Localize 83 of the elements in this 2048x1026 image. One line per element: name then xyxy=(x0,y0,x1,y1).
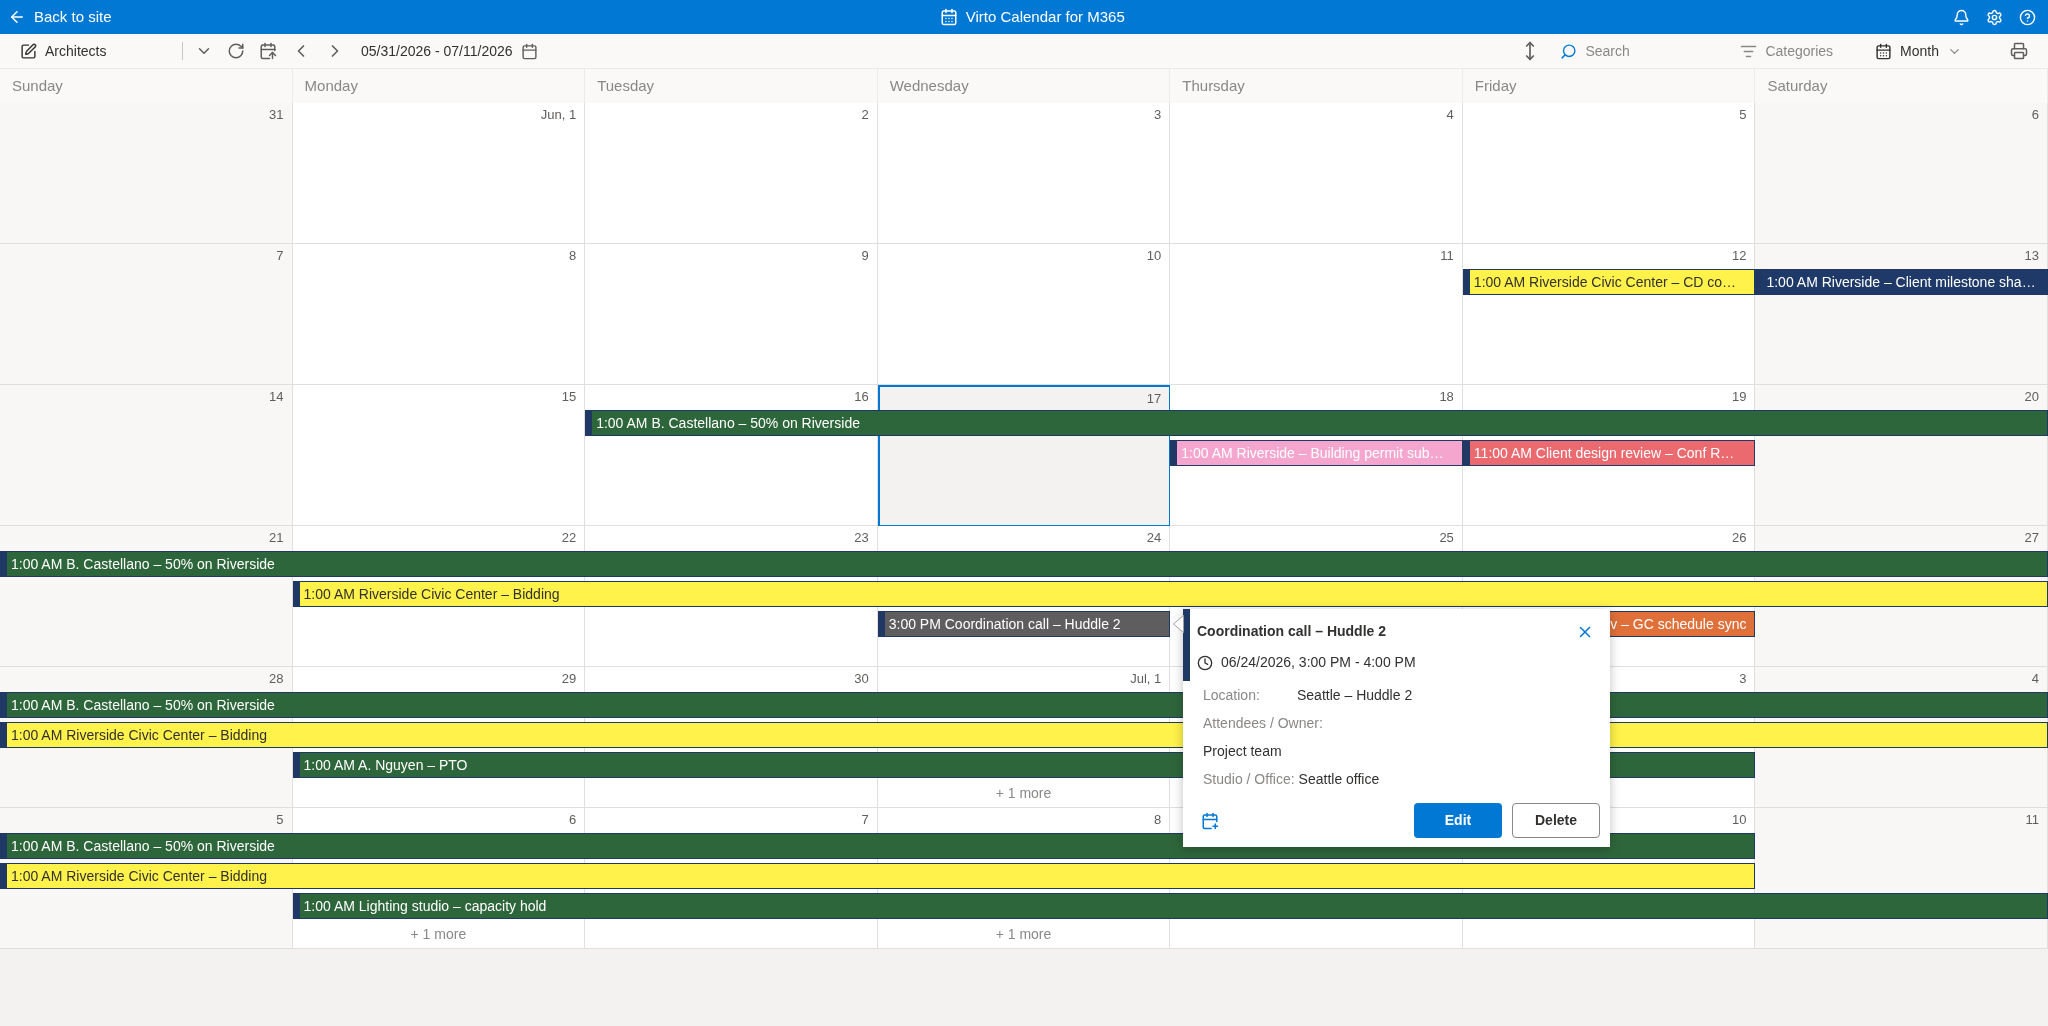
help-icon[interactable] xyxy=(2019,8,2036,26)
day-number: 3 xyxy=(1154,105,1162,124)
day-number: 30 xyxy=(854,669,869,688)
day-number: 10 xyxy=(1146,246,1162,265)
day-number: 12 xyxy=(1731,246,1747,265)
refresh-icon[interactable] xyxy=(227,42,245,60)
day-number: 6 xyxy=(568,810,577,829)
day-number: 10 xyxy=(1731,810,1747,829)
edit-icon xyxy=(20,42,37,60)
calendar-icon xyxy=(1875,42,1893,60)
back-link[interactable]: Back to site xyxy=(8,5,112,29)
day-number: 2 xyxy=(861,105,869,124)
day-number: 25 xyxy=(1439,528,1454,547)
event-datetime: 06/24/2026, 3:00 PM - 4:00 PM xyxy=(1221,653,1416,672)
day-number: 16 xyxy=(854,387,869,406)
day-number: 23 xyxy=(854,528,869,547)
event-bar[interactable]: 1:00 AM B. Castellano – 50% on Riverside xyxy=(0,551,2048,577)
day-number: 17 xyxy=(1146,389,1162,408)
day-number: 9 xyxy=(861,246,869,265)
day-number: 4 xyxy=(2031,669,2039,688)
day-number: 26 xyxy=(1731,528,1747,547)
weekday-header: Monday xyxy=(304,75,358,96)
day-number: 15 xyxy=(561,387,577,406)
edit-button[interactable]: Edit xyxy=(1414,803,1502,838)
clock-icon xyxy=(1197,654,1213,671)
day-number: 29 xyxy=(561,669,577,688)
more-link[interactable]: + 1 more xyxy=(995,923,1052,945)
day-number: Jul, 1 xyxy=(1130,669,1162,688)
event-bar[interactable]: 1:00 AM B. Castellano – 50% on Riverside xyxy=(585,410,2048,436)
day-number: 18 xyxy=(1439,387,1454,406)
more-link[interactable]: + 1 more xyxy=(995,782,1052,804)
add-to-calendar-icon[interactable] xyxy=(1201,811,1219,830)
weekday-header: Saturday xyxy=(1767,75,1828,96)
date-picker-icon[interactable] xyxy=(520,42,538,60)
day-number: 8 xyxy=(1154,810,1162,829)
notifications-icon[interactable] xyxy=(1953,8,1970,26)
calendar-selector[interactable]: Architects xyxy=(20,40,170,62)
accent-stripe xyxy=(1183,609,1190,681)
day-number: 13 xyxy=(2024,246,2039,265)
day-number: 5 xyxy=(276,810,284,829)
weekday-header: Friday xyxy=(1474,75,1517,96)
day-number: 14 xyxy=(269,387,284,406)
weekday-header: Sunday xyxy=(12,75,63,96)
event-bar[interactable]: 1:00 AM Riverside – Client milestone sha… xyxy=(1755,269,2048,295)
print-icon[interactable] xyxy=(2010,42,2028,60)
day-number: Jun, 1 xyxy=(540,105,577,124)
event-bar[interactable]: 3:00 PM Coordination call – Huddle 2 xyxy=(877,611,1171,637)
event-bar[interactable]: 1:00 AM Riverside Civic Center – Bidding xyxy=(0,863,1756,889)
window-title: Virto Calendar for M365 xyxy=(965,6,1125,27)
weekday-header: Tuesday xyxy=(597,75,655,96)
delete-button[interactable]: Delete xyxy=(1512,803,1600,838)
event-bar[interactable]: 1:00 AM Riverside Civic Center – Bidding xyxy=(292,581,2048,607)
day-number: 11 xyxy=(1440,246,1454,265)
day-number: 7 xyxy=(861,810,869,829)
day-number: 20 xyxy=(2024,387,2039,406)
day-number: 6 xyxy=(2031,105,2039,124)
search-icon xyxy=(1560,42,1578,60)
more-link[interactable]: + 1 more xyxy=(410,923,467,945)
day-number: 24 xyxy=(1146,528,1162,547)
day-number: 4 xyxy=(1446,105,1454,124)
weekday-header: Wednesday xyxy=(889,75,969,96)
search-field[interactable]: Search xyxy=(1585,40,1706,62)
settings-icon[interactable] xyxy=(1986,8,2003,26)
popup-title: Coordination call – Huddle 2 xyxy=(1197,622,1387,641)
view-selector[interactable]: Month xyxy=(1875,40,1962,62)
day-number: 5 xyxy=(1739,105,1747,124)
day-number: 11 xyxy=(2025,810,2039,829)
weekday-header: Thursday xyxy=(1182,75,1245,96)
event-bar[interactable]: 1:00 AM Riverside Civic Center – CD co… xyxy=(1462,269,1756,295)
day-number: 8 xyxy=(568,246,577,265)
day-number: 22 xyxy=(561,528,577,547)
day-number: 3 xyxy=(1739,669,1747,688)
day-number: 28 xyxy=(269,669,284,688)
day-number: 31 xyxy=(269,105,284,124)
pointer-arrow xyxy=(1173,615,1184,633)
day-number: 19 xyxy=(1731,387,1747,406)
date-range: 05/31/2026 - 07/11/2026 xyxy=(361,41,513,61)
day-number: 27 xyxy=(2024,528,2039,547)
categories-button[interactable]: Categories xyxy=(1740,40,1834,62)
day-number: 21 xyxy=(269,528,284,547)
event-bar[interactable]: 1:00 AM Lighting studio – capacity hold xyxy=(292,893,2048,919)
calendar-icon xyxy=(939,8,958,26)
day-number: 7 xyxy=(276,246,284,265)
